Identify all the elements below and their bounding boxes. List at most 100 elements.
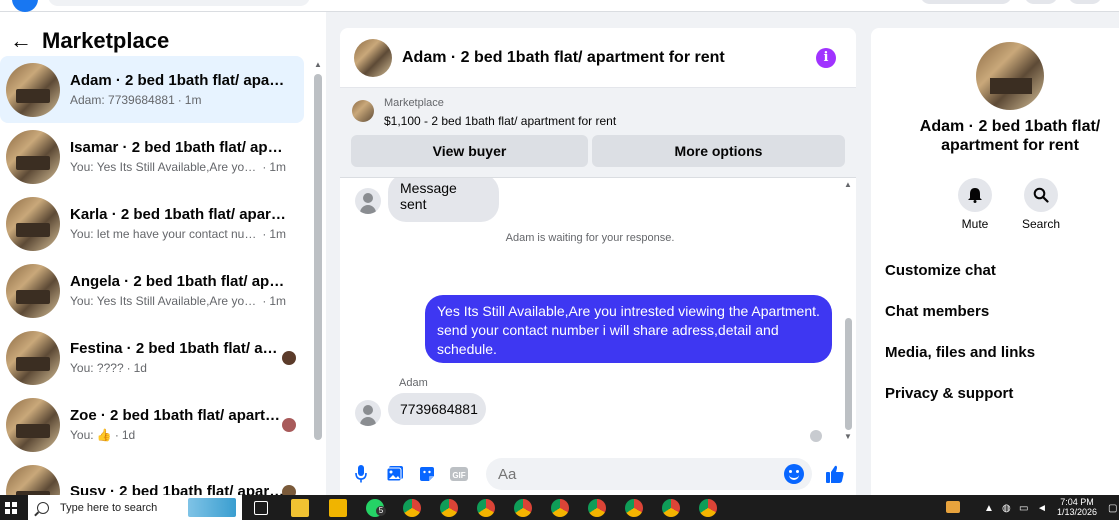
- search-icon: [37, 501, 49, 514]
- conversation-snippet: You: 👍: [70, 428, 112, 442]
- search-highlight-icon: [188, 498, 236, 517]
- photo-icon[interactable]: [384, 463, 406, 485]
- chrome-icon[interactable]: [403, 499, 421, 517]
- conversation-time: 1m: [184, 93, 202, 107]
- conversation-title: Isamar · 2 bed 1bath flat/ apart...: [70, 139, 286, 156]
- scrollbar-thumb[interactable]: [314, 74, 322, 440]
- chrome-icon[interactable]: [625, 499, 643, 517]
- scroll-up-arrow-icon[interactable]: ▲: [314, 60, 322, 69]
- facebook-logo-icon[interactable]: [12, 0, 38, 12]
- back-arrow-icon[interactable]: ←: [10, 28, 42, 54]
- conversation-time: 1d: [121, 428, 136, 442]
- chrome-icon[interactable]: [699, 499, 717, 517]
- chrome-icon[interactable]: [551, 499, 569, 517]
- whatsapp-icon[interactable]: 5: [366, 499, 386, 517]
- listing-price-title[interactable]: $1,100 - 2 bed 1bath flat/ apartment for…: [384, 114, 616, 128]
- seen-avatar: [282, 485, 296, 495]
- conversation-title: Angela · 2 bed 1bath flat/ apart...: [70, 273, 286, 290]
- scroll-up-arrow-icon[interactable]: ▲: [844, 180, 852, 189]
- chrome-icon[interactable]: [514, 499, 532, 517]
- listing-thumbnail: [6, 62, 60, 117]
- conversation-time: 1m: [269, 294, 286, 308]
- sticky-notes-icon[interactable]: [329, 499, 347, 517]
- taskbar-date: 1/13/2026: [1056, 507, 1098, 517]
- search-label: Search: [1021, 217, 1061, 231]
- page-title: Marketplace: [42, 28, 170, 53]
- customize-chat-item[interactable]: Customize chat: [885, 262, 996, 279]
- privacy-support-item[interactable]: Privacy & support: [885, 385, 1013, 402]
- top-nav-icon-button[interactable]: [1068, 0, 1102, 4]
- conversation-item[interactable]: Adam · 2 bed 1bath flat/ apartm... Adam:…: [0, 56, 304, 123]
- tray-volume-icon[interactable]: ◄: [1037, 503, 1047, 514]
- sidebar-header: ← Marketplace: [10, 26, 169, 56]
- tray-app-icon[interactable]: [946, 501, 960, 513]
- system-message: Adam is waiting for your response.: [505, 232, 675, 244]
- top-nav-button[interactable]: [920, 0, 1012, 4]
- scroll-down-arrow-icon[interactable]: ▼: [844, 432, 852, 441]
- conversation-item[interactable]: Isamar · 2 bed 1bath flat/ apart... You:…: [0, 123, 314, 190]
- conversation-title: Adam · 2 bed 1bath flat/ apartm...: [70, 72, 286, 89]
- conversation-item[interactable]: Angela · 2 bed 1bath flat/ apart... You:…: [0, 257, 314, 324]
- message-composer: GIF: [340, 455, 856, 495]
- top-nav-icon-button[interactable]: [1024, 0, 1058, 4]
- taskbar-search-box[interactable]: Type here to search: [28, 495, 242, 520]
- notification-icon[interactable]: ▢: [1108, 503, 1117, 514]
- seen-avatar: [282, 351, 296, 365]
- gif-icon[interactable]: GIF: [448, 463, 470, 485]
- info-icon[interactable]: i: [816, 48, 836, 68]
- scrollbar-thumb[interactable]: [845, 318, 852, 430]
- bell-icon[interactable]: [958, 178, 992, 212]
- mute-button[interactable]: Mute: [945, 178, 1005, 231]
- conversation-item[interactable]: Festina · 2 bed 1bath flat/ apa... You: …: [0, 324, 314, 391]
- tray-display-icon[interactable]: ▭: [1019, 503, 1028, 514]
- taskbar-time: 7:04 PM: [1060, 497, 1094, 507]
- chrome-icon[interactable]: [588, 499, 606, 517]
- microphone-icon[interactable]: [350, 463, 372, 485]
- more-options-button[interactable]: More options: [592, 135, 845, 167]
- chat-details-panel: Adam · 2 bed 1bath flat/ apartment for r…: [871, 28, 1119, 495]
- chat-listing-thumbnail[interactable]: [354, 38, 392, 77]
- listing-thumbnail: [6, 330, 60, 385]
- tray-chevron-up-icon[interactable]: ▲: [984, 503, 994, 514]
- conversation-item[interactable]: Susy · 2 bed 1bath flat/ apart...: [0, 458, 314, 495]
- like-thumbs-up-icon[interactable]: [824, 463, 846, 485]
- details-listing-thumbnail[interactable]: [976, 42, 1044, 110]
- listing-thumbnail: [6, 263, 60, 318]
- task-view-icon[interactable]: [254, 501, 268, 515]
- incoming-message: 7739684881: [388, 393, 486, 425]
- facebook-search-bar[interactable]: [48, 0, 310, 6]
- thread-scrollbar[interactable]: ▲ ▼: [843, 178, 853, 446]
- conversation-sidebar: ← Marketplace Adam · 2 bed 1bath flat/ a…: [0, 12, 326, 495]
- listing-source-label: Marketplace: [384, 97, 444, 109]
- conversation-item[interactable]: Zoe · 2 bed 1bath flat/ apartm... You: 👍…: [0, 391, 314, 458]
- sticker-icon[interactable]: [416, 463, 438, 485]
- taskbar-clock[interactable]: 7:04 PM 1/13/2026: [1054, 497, 1100, 517]
- chrome-icon[interactable]: [662, 499, 680, 517]
- search-button[interactable]: Search: [1011, 178, 1071, 231]
- view-buyer-button[interactable]: View buyer: [351, 135, 588, 167]
- contact-avatar: [355, 188, 381, 214]
- windows-start-icon[interactable]: [5, 502, 17, 514]
- conversation-snippet: You: let me have your contact num...: [70, 227, 260, 241]
- message-input[interactable]: [486, 458, 766, 490]
- conversation-time: 1d: [133, 361, 147, 375]
- file-explorer-icon[interactable]: [291, 499, 309, 517]
- search-icon[interactable]: [1024, 178, 1058, 212]
- whatsapp-badge: 5: [376, 506, 386, 516]
- chrome-icon[interactable]: [440, 499, 458, 517]
- chrome-icon[interactable]: [477, 499, 495, 517]
- conversation-item[interactable]: Karla · 2 bed 1bath flat/ apartme... You…: [0, 190, 314, 257]
- chat-members-item[interactable]: Chat members: [885, 303, 989, 320]
- listing-banner-thumbnail[interactable]: [352, 100, 374, 122]
- top-navbar: [0, 0, 1119, 12]
- media-files-links-item[interactable]: Media, files and links: [885, 344, 1035, 361]
- details-title: Adam · 2 bed 1bath flat/ apartment for r…: [919, 118, 1101, 154]
- chat-title[interactable]: Adam · 2 bed 1bath flat/ apartment for r…: [402, 49, 725, 67]
- listing-thumbnail: [6, 464, 60, 495]
- message-thread: Message sent Adam is waiting for your re…: [340, 178, 856, 450]
- taskbar-search-text: Type here to search: [60, 501, 158, 514]
- emoji-icon[interactable]: [784, 464, 804, 484]
- conversation-snippet: You: Yes Its Still Available,Are you i..…: [70, 160, 260, 174]
- sidebar-scrollbar[interactable]: ▲: [314, 60, 322, 495]
- tray-network-icon[interactable]: ◍: [1002, 503, 1011, 514]
